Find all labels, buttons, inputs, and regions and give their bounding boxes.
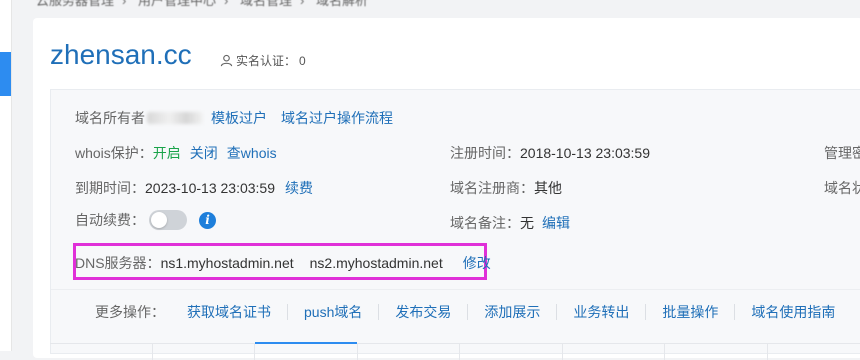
register-time-label: 注册时间： <box>450 143 520 163</box>
add-showcase-link[interactable]: 添加展示 <box>484 302 540 322</box>
register-time-value: 2018-10-13 23:03:59 <box>520 145 650 161</box>
whois-query-link[interactable]: 查whois <box>227 143 277 163</box>
tab-bar <box>50 343 860 360</box>
tab[interactable] <box>563 344 666 360</box>
autorenew-row: 自动续费： i <box>75 210 216 230</box>
autorenew-toggle[interactable] <box>149 210 187 230</box>
remark-row: 域名备注： 无 编辑 <box>450 213 570 233</box>
registrar-label: 域名注册商： <box>450 178 534 198</box>
expire-row: 到期时间： 2023-10-13 23:03:59 续费 <box>75 178 313 198</box>
tab[interactable] <box>460 344 563 360</box>
breadcrumb-item[interactable]: 用户管理中心 <box>138 0 216 8</box>
tab[interactable] <box>358 344 461 360</box>
whois-label: whois保护： <box>75 143 153 163</box>
breadcrumb: 云服务器管理› 用户管理中心› 域名管理› 域名解析 <box>36 0 376 8</box>
whois-row: whois保护： 开启 关闭 查whois <box>75 143 277 163</box>
tab[interactable] <box>768 344 860 360</box>
whois-enable-link[interactable]: 开启 <box>153 143 181 163</box>
domain-info-panel: 域名所有者 模板过户 域名过户操作流程 whois保护： 开启 关闭 查whoi… <box>50 89 860 354</box>
dns-server-1: ns1.myhostadmin.net <box>161 255 294 271</box>
push-domain-link[interactable]: push域名 <box>304 302 362 322</box>
publish-trade-link[interactable]: 发布交易 <box>395 302 451 322</box>
autorenew-label: 自动续费： <box>75 210 145 230</box>
admin-password-label: 管理密 <box>824 143 860 163</box>
expire-time-value: 2023-10-13 23:03:59 <box>145 180 275 196</box>
registrar-row: 域名注册商： 其他 <box>450 178 562 198</box>
tab-active[interactable] <box>255 344 358 360</box>
modify-dns-link[interactable]: 修改 <box>463 253 491 273</box>
template-transfer-link[interactable]: 模板过户 <box>211 108 267 128</box>
owner-name-redacted <box>147 112 203 124</box>
register-time-row: 注册时间： 2018-10-13 23:03:59 <box>450 143 650 163</box>
owner-label: 域名所有者 <box>75 108 145 128</box>
tab[interactable] <box>50 344 153 360</box>
renew-link[interactable]: 续费 <box>285 178 313 198</box>
domain-status-label: 域名状 <box>824 178 860 198</box>
remark-value: 无 <box>520 213 534 233</box>
tab[interactable] <box>153 344 256 360</box>
user-icon <box>220 54 233 67</box>
more-actions-row: 更多操作： 获取域名证书 push域名 发布交易 添加展示 业务转出 批量操作 … <box>95 302 835 322</box>
toggle-knob <box>151 212 167 228</box>
domain-guide-link[interactable]: 域名使用指南 <box>751 302 835 322</box>
transfer-out-link[interactable]: 业务转出 <box>573 302 629 322</box>
breadcrumb-item: 域名解析 <box>316 0 368 8</box>
domain-detail-card: zhensan.cc 实名认证：0 域名所有者 模板过户 域名过户操作流程 wh… <box>33 18 860 358</box>
registrar-value: 其他 <box>534 178 562 198</box>
breadcrumb-item[interactable]: 云服务器管理 <box>36 0 114 8</box>
expire-time-label: 到期时间： <box>75 178 145 198</box>
get-certificate-link[interactable]: 获取域名证书 <box>187 302 271 322</box>
tab[interactable] <box>665 344 768 360</box>
left-sidebar <box>0 0 12 351</box>
remark-label: 域名备注： <box>450 213 520 233</box>
realname-label: 实名认证： <box>236 52 296 69</box>
breadcrumb-item[interactable]: 域名管理 <box>240 0 292 8</box>
dns-server-2: ns2.myhostadmin.net <box>310 255 443 271</box>
domain-title: zhensan.cc <box>50 37 192 73</box>
info-icon[interactable]: i <box>199 212 216 229</box>
whois-disable-link[interactable]: 关闭 <box>190 143 218 163</box>
realname-status: 实名认证：0 <box>220 52 306 69</box>
realname-value: 0 <box>299 54 306 68</box>
dns-row: DNS服务器： ns1.myhostadmin.net ns2.myhostad… <box>75 253 491 273</box>
edit-remark-link[interactable]: 编辑 <box>542 213 570 233</box>
transfer-guide-link[interactable]: 域名过户操作流程 <box>281 108 393 128</box>
batch-operation-link[interactable]: 批量操作 <box>662 302 718 322</box>
more-actions-label: 更多操作： <box>95 302 165 322</box>
dns-label: DNS服务器： <box>75 253 161 273</box>
owner-row: 域名所有者 模板过户 域名过户操作流程 <box>75 108 393 128</box>
sidebar-active-indicator[interactable] <box>0 52 11 96</box>
more-actions-bar: 更多操作： 获取域名证书 push域名 发布交易 添加展示 业务转出 批量操作 … <box>51 289 860 324</box>
